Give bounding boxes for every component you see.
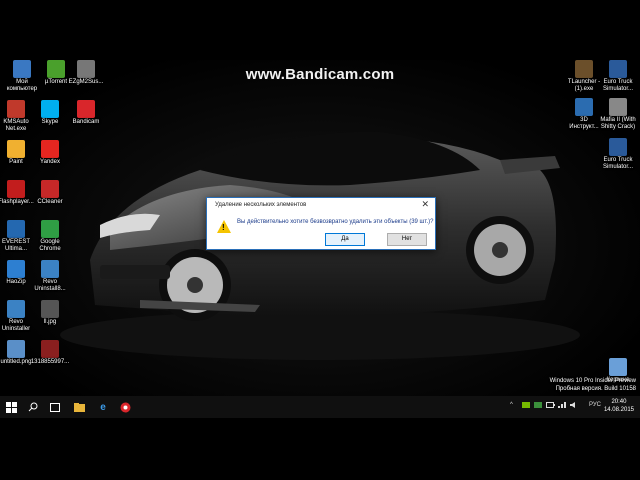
search-icon[interactable]	[26, 400, 40, 414]
desktop-icon[interactable]: CCleaner	[28, 180, 72, 206]
letterbox-top	[0, 0, 640, 60]
dialog-message: Вы действительно хотите безвозвратно уда…	[237, 219, 434, 225]
kmsauto-icon	[7, 100, 25, 118]
desktop-icon-label: 1318855997...	[30, 359, 70, 365]
document-icon	[575, 98, 593, 116]
file-explorer-icon[interactable]	[72, 400, 86, 414]
everest-icon	[7, 220, 25, 238]
yandex-icon	[41, 140, 59, 158]
desktop-icon-label: Yandex	[40, 159, 60, 165]
tray-language[interactable]: РУС	[589, 402, 601, 408]
taskbar-clock[interactable]: 20:40 14.08.2015	[604, 398, 634, 414]
warning-icon: !	[217, 220, 231, 233]
desktop-icon-label: EZgM2Sus...	[68, 79, 104, 85]
bandicam-icon	[77, 100, 95, 118]
desktop-icon-label: Google Chrome	[39, 239, 61, 252]
desktop-icon[interactable]: Mafia II (With Shitty Crack)	[596, 98, 640, 131]
skype-icon	[41, 100, 59, 118]
computer-icon	[13, 60, 31, 78]
image-icon	[41, 340, 59, 358]
desktop-icon[interactable]: Revo Uninstall8...	[28, 260, 72, 293]
desktop-icon-label: Revo Uninstall8...	[34, 279, 66, 292]
desktop-icon[interactable]: Euro Truck Simulator...	[596, 60, 640, 93]
desktop-icon[interactable]: Euro Truck Simulator...	[596, 138, 640, 171]
tray-app-icon[interactable]	[534, 402, 542, 410]
eurotruck-icon	[609, 60, 627, 78]
windows-edition: Windows 10 Pro Insider Preview	[549, 378, 636, 384]
file-icon	[77, 60, 95, 78]
desktop-icon[interactable]: Yandex	[28, 140, 72, 166]
tray-chevron-icon[interactable]: ^	[510, 402, 513, 408]
paint-icon	[7, 140, 25, 158]
windows-build-info: Windows 10 Pro Insider Preview Пробная в…	[550, 377, 636, 393]
clock-date: 14.08.2015	[603, 407, 634, 413]
screen: www.Bandicam.com Мой компьютер µTorrent EZ…	[0, 0, 640, 480]
windows-build: Пробная версия. Build 10158	[555, 386, 636, 392]
revo-icon	[41, 260, 59, 278]
desktop-icon-label: Mafia II (With Shitty Crack)	[600, 117, 636, 130]
chrome-icon	[41, 220, 59, 238]
desktop-icon-label: Euro Truck Simulator...	[602, 79, 633, 92]
desktop-icon[interactable]: Bandicam	[64, 100, 108, 126]
no-button[interactable]: Нет	[387, 233, 427, 246]
tray-battery-icon[interactable]	[546, 402, 555, 410]
start-button[interactable]	[4, 400, 18, 414]
clock-time: 20:40	[611, 399, 627, 405]
flash-icon	[7, 180, 25, 198]
desktop-icon[interactable]: 1318855997...	[28, 340, 72, 366]
desktop-icon[interactable]: EZgM2Sus...	[64, 60, 108, 86]
windows-logo-icon	[5, 401, 17, 413]
edge-icon[interactable]: e	[96, 400, 110, 414]
desktop-icon-label: Euro Truck Simulator...	[602, 157, 633, 170]
recycle-bin-icon	[609, 358, 627, 376]
desktop-icon-label: CCleaner	[37, 199, 63, 205]
revo-icon	[7, 300, 25, 318]
haozip-icon	[7, 260, 25, 278]
close-icon[interactable]: ✕	[421, 199, 429, 210]
tray-network-icon[interactable]	[558, 402, 566, 410]
file-icon	[609, 98, 627, 116]
letterbox-bottom	[0, 418, 640, 480]
ccleaner-icon	[41, 180, 59, 198]
image-icon	[41, 300, 59, 318]
desktop-icon-label: Bandicam	[72, 119, 100, 125]
dialog-title: Удаление нескольких элементов	[215, 202, 307, 208]
yes-button[interactable]: Да	[325, 233, 365, 246]
desktop-icon-label: ll.jpg	[43, 319, 57, 325]
desktop-icon[interactable]: Google Chrome	[28, 220, 72, 253]
taskbar: e ^ РУС 20:40 14.08.2015	[0, 396, 640, 418]
task-view-icon[interactable]	[48, 400, 62, 414]
delete-confirm-dialog: Удаление нескольких элементов ✕ ! Вы дей…	[206, 197, 436, 250]
tlauncher-icon	[575, 60, 593, 78]
tray-volume-icon[interactable]	[570, 402, 578, 410]
image-icon	[7, 340, 25, 358]
tray-nvidia-icon[interactable]	[522, 402, 530, 410]
eurotruck-icon	[609, 138, 627, 156]
bandicam-taskbar-icon[interactable]	[118, 400, 132, 414]
utorrent-icon	[47, 60, 65, 78]
desktop-icon[interactable]: ll.jpg	[28, 300, 72, 326]
